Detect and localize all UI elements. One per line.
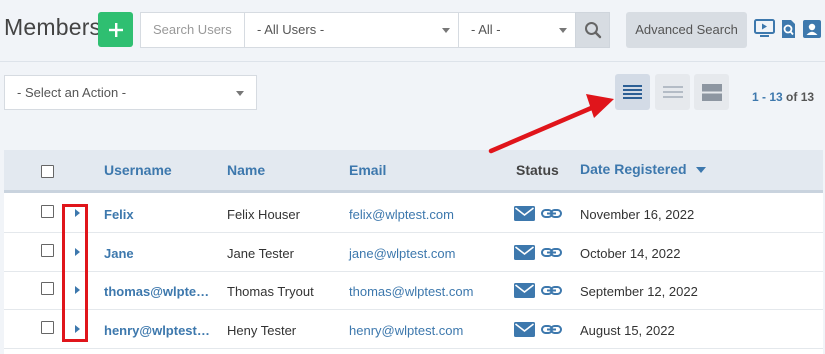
column-username[interactable]: Username [104,162,172,178]
expand-row-icon[interactable] [75,209,80,217]
view-compact-button[interactable] [615,74,650,110]
expand-row-icon[interactable] [75,286,80,294]
page-title: Members [4,14,102,40]
list-icon [662,86,683,98]
column-date-registered[interactable]: Date Registered [580,161,706,177]
plus-icon [108,22,123,37]
row-date-registered: September 12, 2022 [580,284,698,299]
large-rows-icon [701,83,722,101]
column-email[interactable]: Email [349,162,386,178]
row-username[interactable]: Felix [104,207,134,222]
row-checkbox[interactable] [41,320,54,334]
table-row[interactable]: Jane Jane Tester jane@wlptest.com October 1… [4,233,823,272]
search-placeholder: Search Users [153,22,232,37]
top-bar: Members Search Users - All Users - - All… [0,0,825,62]
sort-descending-icon [695,167,706,174]
select-all-checkbox[interactable] [41,165,54,178]
row-date-registered: August 15, 2022 [580,322,675,338]
envelope-icon[interactable] [514,321,535,337]
row-checkbox[interactable] [41,243,54,257]
table-row[interactable]: henry@wlptest… Heny Tester henry@wlptest.c… [4,310,823,349]
chevron-down-icon [442,28,450,33]
view-large-button[interactable] [694,74,729,110]
row-username[interactable]: Jane [104,246,134,261]
table-row[interactable]: thomas@wlpte… Thomas Tryout thomas@wlptest… [4,272,823,310]
envelope-icon[interactable] [514,244,535,260]
row-status [514,321,562,337]
column-name[interactable]: Name [227,162,265,178]
search-button[interactable] [575,12,610,48]
table-row[interactable]: Felix Felix Houser felix@wlptest.com Novemb… [4,195,823,233]
row-status [514,244,562,260]
pagination-info: 1 - 13 of 13 [752,90,814,104]
user-card-icon[interactable] [801,18,822,39]
search-document-icon[interactable] [778,18,799,39]
table-header: Username Name Email Status Date Register… [4,150,823,193]
row-status [514,283,562,298]
envelope-icon[interactable] [514,206,535,221]
envelope-icon[interactable] [514,283,535,298]
row-date-registered: October 14, 2022 [580,245,681,261]
row-email[interactable]: felix@wlptest.com [349,207,454,222]
link-icon[interactable] [541,245,562,260]
status-filter-value: - All - [471,22,501,37]
compact-list-icon [623,85,642,99]
column-status: Status [516,162,559,178]
link-icon[interactable] [541,322,562,337]
user-filter-select[interactable]: - All Users - [244,12,459,48]
user-filter-value: - All Users - [257,22,325,37]
row-email[interactable]: thomas@wlptest.com [349,284,473,299]
search-icon [584,22,601,39]
add-member-button[interactable] [98,12,133,47]
row-checkbox[interactable] [41,282,54,295]
row-email[interactable]: jane@wlptest.com [349,246,455,261]
pagination-total: 13 [800,90,815,104]
row-username[interactable]: henry@wlptest… [104,323,210,338]
pagination-of-label: of [786,90,798,104]
expand-row-icon[interactable] [75,324,80,333]
column-date-registered-label: Date Registered [580,161,687,177]
expand-row-icon[interactable] [75,247,80,256]
row-status [514,206,562,221]
row-name: Heny Tester [227,322,297,338]
members-table: Username Name Email Status Date Register… [4,150,823,354]
row-username[interactable]: thomas@wlpte… [104,284,209,299]
search-input[interactable]: Search Users [140,12,245,48]
bulk-action-value: - Select an Action - [17,85,127,100]
row-name: Jane Tester [227,245,294,261]
status-filter-select[interactable]: - All - [458,12,576,48]
view-normal-button[interactable] [655,74,690,110]
row-name: Felix Houser [227,207,300,222]
row-date-registered: November 16, 2022 [580,207,695,222]
pagination-range: 1 - 13 [752,90,783,104]
row-name: Thomas Tryout [227,284,314,299]
chevron-down-icon [559,28,567,33]
bulk-action-select[interactable]: - Select an Action - [4,75,257,110]
link-icon[interactable] [541,206,562,221]
link-icon[interactable] [541,283,562,298]
advanced-search-button[interactable]: Advanced Search [626,12,747,48]
chevron-down-icon [236,91,244,96]
row-email[interactable]: henry@wlptest.com [349,323,463,338]
video-screen-icon[interactable] [754,18,775,39]
row-checkbox[interactable] [41,205,54,218]
